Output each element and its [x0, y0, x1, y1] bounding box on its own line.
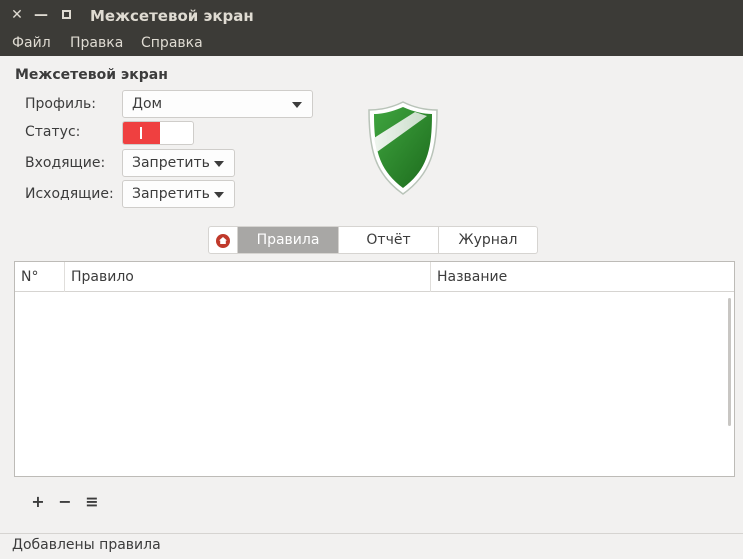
menu-edit[interactable]: Правка: [70, 35, 123, 51]
outgoing-policy-combo[interactable]: Запретить: [122, 180, 235, 208]
window-title: Межсетевой экран: [90, 7, 254, 25]
close-window-button[interactable]: ✕: [10, 7, 24, 23]
home-icon: [216, 234, 230, 248]
column-header-rule[interactable]: Правило: [65, 262, 431, 292]
minimize-window-button[interactable]: —: [34, 7, 48, 23]
shield-icon: [368, 101, 438, 195]
home-tab-button[interactable]: [208, 226, 238, 254]
tab-log[interactable]: Журнал: [439, 226, 538, 254]
status-label: Статус:: [25, 124, 81, 140]
outgoing-policy-value: Запретить: [132, 186, 210, 202]
outgoing-label: Исходящие:: [25, 186, 114, 202]
tab-report[interactable]: Отчёт: [339, 226, 439, 254]
menu-help[interactable]: Справка: [141, 35, 203, 51]
switch-on-indicator: [123, 122, 160, 144]
maximize-window-button[interactable]: [59, 7, 73, 23]
profile-value: Дом: [132, 96, 163, 112]
incoming-policy-value: Запретить: [132, 155, 210, 171]
rule-options-button[interactable]: ≡: [84, 492, 100, 511]
status-text: Добавлены правила: [12, 537, 161, 553]
maximize-icon: [61, 10, 71, 19]
section-title: Межсетевой экран: [15, 67, 168, 83]
column-header-name[interactable]: Название: [431, 262, 734, 292]
title-bar: ✕ — Межсетевой экран: [0, 0, 743, 32]
incoming-label: Входящие:: [25, 155, 106, 171]
tab-rules[interactable]: Правила: [238, 226, 339, 254]
profile-combo[interactable]: Дом: [122, 90, 313, 118]
rules-table[interactable]: N° Правило Название: [14, 261, 735, 477]
remove-rule-button[interactable]: −: [57, 492, 73, 511]
column-header-number[interactable]: N°: [15, 262, 65, 292]
menu-file[interactable]: Файл: [12, 35, 51, 51]
chevron-down-icon: [214, 161, 224, 167]
status-switch[interactable]: [122, 121, 194, 145]
chevron-down-icon: [214, 192, 224, 198]
profile-label: Профиль:: [25, 96, 96, 112]
status-bar: Добавлены правила: [0, 533, 743, 559]
table-header: N° Правило Название: [15, 262, 734, 292]
table-scrollbar[interactable]: [728, 298, 731, 426]
add-rule-button[interactable]: +: [30, 492, 46, 511]
menu-bar: Файл Правка Справка: [0, 32, 743, 56]
chevron-down-icon: [292, 102, 302, 108]
incoming-policy-combo[interactable]: Запретить: [122, 149, 235, 177]
